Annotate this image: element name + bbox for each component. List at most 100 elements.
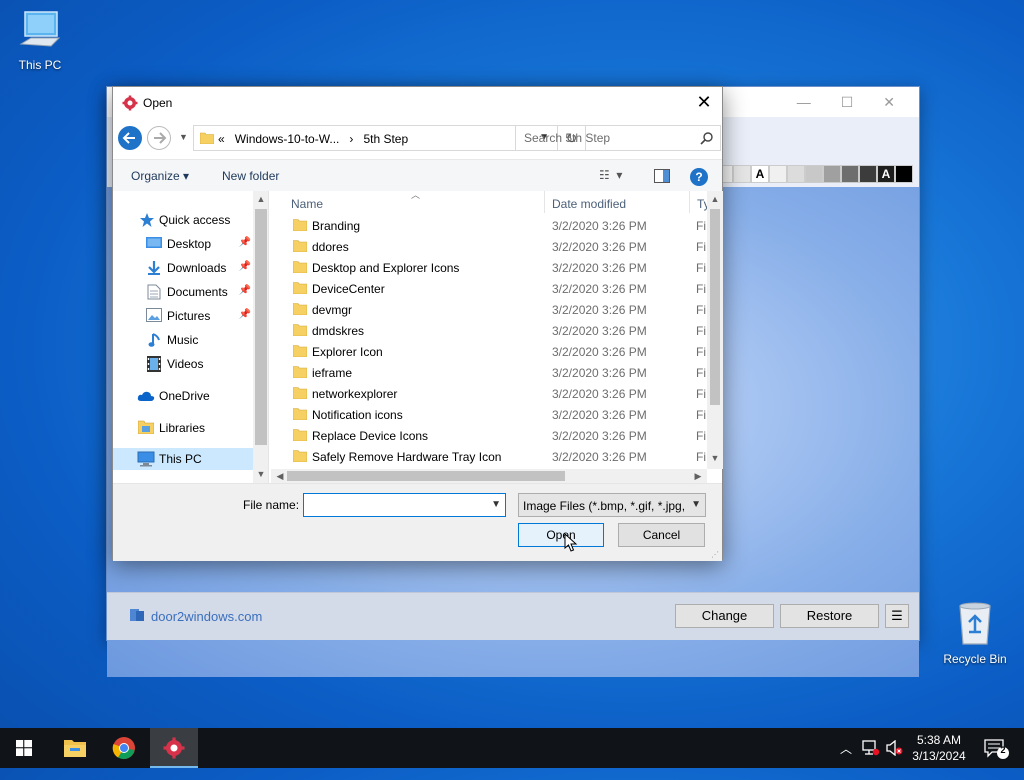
sidebar-item-videos[interactable]: Videos [113,353,253,375]
cancel-button[interactable]: Cancel [618,523,705,547]
breadcrumb-separator[interactable]: › [349,132,353,146]
file-list-vertical-scrollbar[interactable]: ▲ ▼ [707,191,723,469]
view-options-button[interactable]: ☷ ▾ [599,168,622,182]
file-type: Fi [696,324,706,338]
scrollbar-thumb[interactable] [255,209,267,445]
column-divider[interactable] [544,191,545,213]
swatch[interactable] [733,165,751,183]
file-row[interactable]: Safely Remove Hardware Tray Icon 3/2/2020… [271,446,706,467]
new-folder-button[interactable]: New folder [222,169,279,183]
file-row[interactable]: Desktop and Explorer Icons 3/2/2020 3:26 … [271,257,706,278]
navigation-scrollbar[interactable]: ▲ ▼ [253,191,268,483]
breadcrumb-item-current[interactable]: 5th Step [363,132,408,146]
pin-icon[interactable]: 📌 [239,237,251,248]
chevron-down-icon[interactable]: ▼ [691,499,701,510]
sidebar-item-quick-access[interactable]: Quick access [113,209,253,231]
file-type-select[interactable]: Image Files (*.bmp, *.gif, *.jpg, ▼ [518,493,706,517]
sidebar-item-pictures[interactable]: Pictures 📌 [113,305,253,327]
network-icon[interactable] [862,740,880,780]
sidebar-item-documents[interactable]: Documents 📌 [113,281,253,303]
change-button[interactable]: Change [675,604,774,628]
file-list-horizontal-scrollbar[interactable]: ◀ ▶ [271,469,707,483]
maximize-icon[interactable]: ☐ [841,94,854,111]
this-pc-desktop-icon[interactable]: This PC [0,8,80,72]
search-icon[interactable] [700,131,714,148]
brand-link[interactable]: door2windows.com [129,607,262,626]
scroll-up-arrow-icon[interactable]: ▲ [707,194,723,204]
file-type: Fi [696,240,706,254]
file-date: 3/2/2020 3:26 PM [552,387,647,401]
file-row[interactable]: ddores 3/2/2020 3:26 PM Fi [271,236,706,257]
pin-icon[interactable]: 📌 [239,285,251,296]
back-button[interactable] [118,126,142,150]
file-date: 3/2/2020 3:26 PM [552,366,647,380]
dialog-bottom-panel: File name: ▼ Image Files (*.bmp, *.gif, … [113,483,722,561]
sidebar-item-libraries[interactable]: Libraries [113,417,253,439]
file-list-pane: ︿ Name Date modified Ty Branding 3/2/2020… [271,191,723,483]
taskbar-file-explorer[interactable] [50,728,98,768]
file-row[interactable]: networkexplorer 3/2/2020 3:26 PM Fi [271,383,706,404]
recent-locations-chevron-icon[interactable]: ▼ [179,132,188,142]
taskbar-active-app[interactable] [150,728,198,768]
breadcrumb-overflow[interactable]: « [218,132,225,146]
sidebar-item-downloads[interactable]: Downloads 📌 [113,257,253,279]
file-name-input[interactable] [304,494,484,516]
search-box[interactable] [515,125,721,151]
sidebar-item-music[interactable]: Music [113,329,253,351]
file-row[interactable]: DeviceCenter 3/2/2020 3:26 PM Fi [271,278,706,299]
organize-button[interactable]: Organize ▾ [131,169,189,183]
system-clock[interactable]: 5:38 AM 3/13/2024 [900,732,978,764]
file-row[interactable]: Branding 3/2/2020 3:26 PM Fi [271,215,706,236]
open-button[interactable]: Open [518,523,604,547]
taskbar-chrome[interactable] [100,728,148,768]
close-icon[interactable]: ✕ [692,91,716,115]
swatch[interactable] [841,165,859,183]
help-icon[interactable]: ? [690,168,708,186]
file-name-combobox[interactable]: ▼ [303,493,506,517]
swatch[interactable] [823,165,841,183]
file-row[interactable]: Explorer Icon 3/2/2020 3:26 PM Fi [271,341,706,362]
pin-icon[interactable]: 📌 [239,309,251,320]
scroll-left-arrow-icon[interactable]: ◀ [273,469,287,483]
sidebar-item-this-pc[interactable]: This PC [113,448,253,470]
forward-button[interactable] [147,126,171,150]
scroll-up-arrow-icon[interactable]: ▲ [253,194,268,204]
scrollbar-thumb[interactable] [710,209,720,405]
search-input[interactable] [516,126,691,150]
close-icon[interactable]: ✕ [883,94,895,111]
column-divider[interactable] [689,191,690,213]
file-row[interactable]: Notification icons 3/2/2020 3:26 PM Fi [271,404,706,425]
file-type: Fi [696,303,706,317]
action-center-icon[interactable]: 2 [984,739,1010,779]
restore-button[interactable]: Restore [780,604,879,628]
breadcrumb-item-parent[interactable]: Windows-10-to-W... [235,132,340,146]
swatch[interactable] [859,165,877,183]
menu-button[interactable]: ☰ [885,604,909,628]
swatch[interactable] [895,165,913,183]
app-gear-icon [163,737,185,762]
swatch[interactable]: A [877,165,895,183]
file-row[interactable]: dmdskres 3/2/2020 3:26 PM Fi [271,320,706,341]
file-row[interactable]: ieframe 3/2/2020 3:26 PM Fi [271,362,706,383]
preview-pane-icon[interactable] [654,169,670,186]
resize-grip-icon[interactable]: ⋰ [711,550,719,559]
minimize-icon[interactable]: — [797,94,811,110]
pin-icon[interactable]: 📌 [239,261,251,272]
show-hidden-icons-chevron-icon[interactable]: ︿ [840,740,852,780]
file-date: 3/2/2020 3:26 PM [552,219,647,233]
start-button[interactable] [0,728,48,768]
swatch[interactable] [787,165,805,183]
scroll-right-arrow-icon[interactable]: ▶ [691,469,705,483]
file-row[interactable]: devmgr 3/2/2020 3:26 PM Fi [271,299,706,320]
scroll-down-arrow-icon[interactable]: ▼ [707,453,723,463]
swatch[interactable] [805,165,823,183]
sidebar-item-desktop[interactable]: Desktop 📌 [113,233,253,255]
scrollbar-thumb[interactable] [287,471,565,481]
swatch[interactable] [769,165,787,183]
chevron-down-icon[interactable]: ▼ [491,499,501,510]
swatch[interactable]: A [751,165,769,183]
recycle-bin-desktop-icon[interactable]: Recycle Bin [935,600,1015,666]
scroll-down-arrow-icon[interactable]: ▼ [253,469,268,479]
sidebar-item-onedrive[interactable]: OneDrive [113,385,253,407]
file-row[interactable]: Replace Device Icons 3/2/2020 3:26 PM Fi [271,425,706,446]
